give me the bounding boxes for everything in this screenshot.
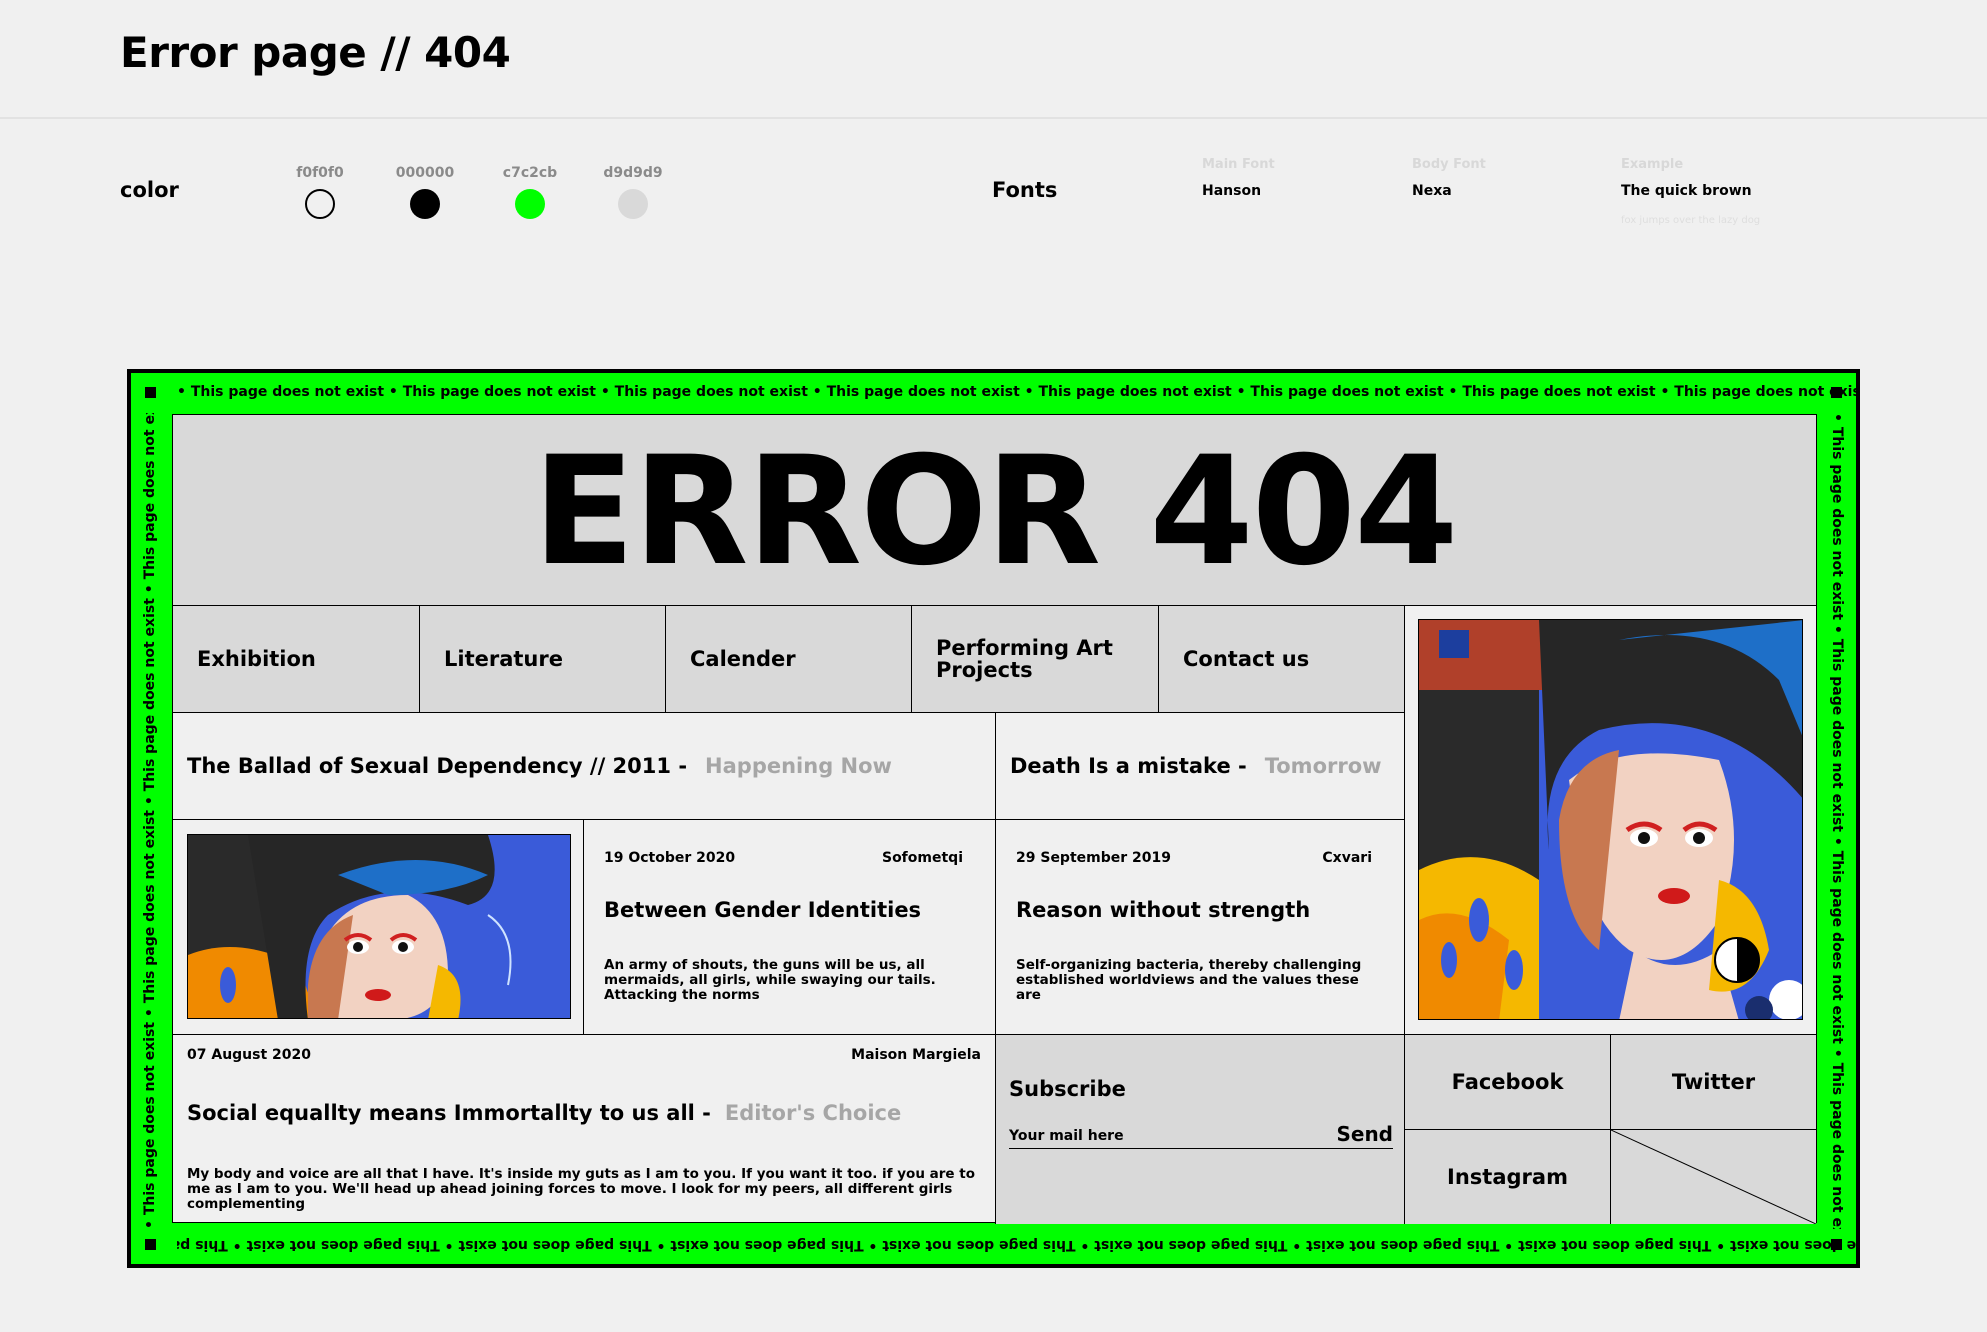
article-title-row: Social equallty means Immortallty to us … — [187, 1101, 901, 1125]
article-excerpt: Self-organizing bacteria, thereby challe… — [1016, 957, 1362, 1003]
facebook-link[interactable]: Facebook — [1405, 1035, 1611, 1130]
twitter-link[interactable]: Twitter — [1611, 1035, 1816, 1130]
swatch-dot — [305, 189, 335, 219]
event-row-death[interactable]: Death Is a mistake - Tomorrow — [996, 713, 1405, 820]
font-caption: Example — [1621, 157, 1684, 172]
nav-literature[interactable]: Literature — [420, 606, 666, 713]
article-excerpt: An army of shouts, the guns will be us, … — [604, 957, 936, 1003]
page-title: Error page // 404 — [120, 28, 511, 77]
event-title: Death Is a mistake - — [1010, 754, 1247, 778]
font-value: Nexa — [1412, 183, 1452, 199]
article-thumbnail-cell — [173, 820, 584, 1035]
article-meta: 19 October 2020 Sofometqi — [604, 850, 963, 866]
event-row-ballad[interactable]: The Ballad of Sexual Dependency // 2011 … — [173, 713, 996, 820]
article-status: Editor's Choice — [724, 1101, 902, 1125]
font-example-spec: Example The quick brown fox jumps over t… — [1621, 157, 1760, 226]
content-grid: ERROR 404 Exhibition Literature Calender… — [172, 414, 1817, 1224]
color-swatch-c7c2cb: c7c2cb — [495, 165, 565, 219]
article-title: Social equallty means Immortallty to us … — [187, 1101, 711, 1125]
fonts-label: Fonts — [992, 178, 1058, 202]
color-swatch-f0f0f0: f0f0f0 — [285, 165, 355, 219]
article-date: 29 September 2019 — [1016, 850, 1171, 866]
swatch-dot — [410, 189, 440, 219]
hero-banner: ERROR 404 — [173, 415, 1816, 606]
main-font-spec: Main Font Hanson — [1202, 157, 1275, 199]
article-author: Sofometqi — [881, 850, 963, 866]
email-placeholder: Your mail here — [1009, 1128, 1124, 1144]
nav-contact-us[interactable]: Contact us — [1159, 606, 1405, 713]
article-card-gender[interactable]: 19 October 2020 Sofometqi Between Gender… — [584, 820, 996, 1035]
nav-calender[interactable]: Calender — [666, 606, 912, 713]
ticker-top: • This page does not exist • This page d… — [177, 384, 1860, 400]
font-value: The quick brown — [1621, 183, 1752, 199]
article-meta: 07 August 2020 Maison Margiela — [187, 1047, 981, 1063]
swatch-dot — [618, 189, 648, 219]
event-title: The Ballad of Sexual Dependency // 2011 … — [187, 754, 688, 778]
font-caption: Body Font — [1412, 157, 1486, 172]
color-label: color — [120, 178, 179, 202]
ticker-left-text: • This page does not exist • This page d… — [142, 413, 158, 1229]
corner-square — [145, 387, 156, 398]
instagram-link[interactable]: Instagram — [1405, 1130, 1611, 1224]
color-swatch-000000: 000000 — [390, 165, 460, 219]
nav-exhibition[interactable]: Exhibition — [173, 606, 420, 713]
featured-image-panel — [1405, 606, 1816, 1035]
swatch-hex: d9d9d9 — [603, 165, 663, 181]
font-caption: Main Font — [1202, 157, 1275, 172]
subscribe-heading: Subscribe — [1009, 1077, 1126, 1101]
featured-article-card[interactable]: 07 August 2020 Maison Margiela Social eq… — [173, 1035, 996, 1224]
swatch-hex: f0f0f0 — [296, 165, 344, 181]
error-page-mockup: • This page does not exist • This page d… — [127, 369, 1860, 1268]
swatch-dot — [515, 189, 545, 219]
empty-social-slot — [1611, 1130, 1816, 1224]
font-value: Hanson — [1202, 183, 1262, 199]
error-title: ERROR 404 — [532, 425, 1459, 599]
header-divider — [0, 117, 1987, 119]
article-date: 07 August 2020 — [187, 1047, 312, 1063]
article-title: Reason without strength — [1016, 898, 1311, 922]
body-font-spec: Body Font Nexa — [1412, 157, 1486, 199]
color-swatch-d9d9d9: d9d9d9 — [598, 165, 668, 219]
email-field[interactable]: Your mail here Send — [1009, 1124, 1393, 1149]
diagonal-line-decoration — [1611, 1130, 1816, 1224]
send-button[interactable]: Send — [1336, 1124, 1393, 1144]
article-meta: 29 September 2019 Cxvari — [1016, 850, 1372, 866]
nav-performing-art-projects[interactable]: Performing Art Projects — [912, 606, 1159, 713]
article-date: 19 October 2020 — [604, 850, 736, 866]
corner-square — [145, 1239, 156, 1250]
ticker-right: • This page does not exist • This page d… — [1827, 413, 1847, 1229]
article-card-reason[interactable]: 29 September 2019 Cxvari Reason without … — [996, 820, 1405, 1035]
article-author: Cxvari — [1322, 850, 1372, 866]
subscribe-panel: Subscribe Your mail here Send — [996, 1035, 1405, 1224]
swatch-hex: 000000 — [395, 165, 455, 181]
ticker-left: • This page does not exist • This page d… — [140, 413, 160, 1229]
font-example-sub: fox jumps over the lazy dog — [1621, 215, 1761, 226]
event-status: Tomorrow — [1264, 754, 1382, 778]
swatch-hex: c7c2cb — [502, 165, 558, 181]
article-excerpt: My body and voice are all that I have. I… — [187, 1166, 975, 1212]
ticker-right-text: • This page does not exist • This page d… — [1829, 413, 1845, 1229]
featured-artwork-image[interactable] — [1418, 619, 1803, 1020]
article-thumbnail-image[interactable] — [187, 834, 571, 1019]
event-status: Happening Now — [705, 754, 892, 778]
ticker-bottom: • This page does not exist • This page d… — [177, 1237, 1857, 1253]
article-author: Maison Margiela — [851, 1047, 981, 1063]
article-title: Between Gender Identities — [604, 898, 922, 922]
